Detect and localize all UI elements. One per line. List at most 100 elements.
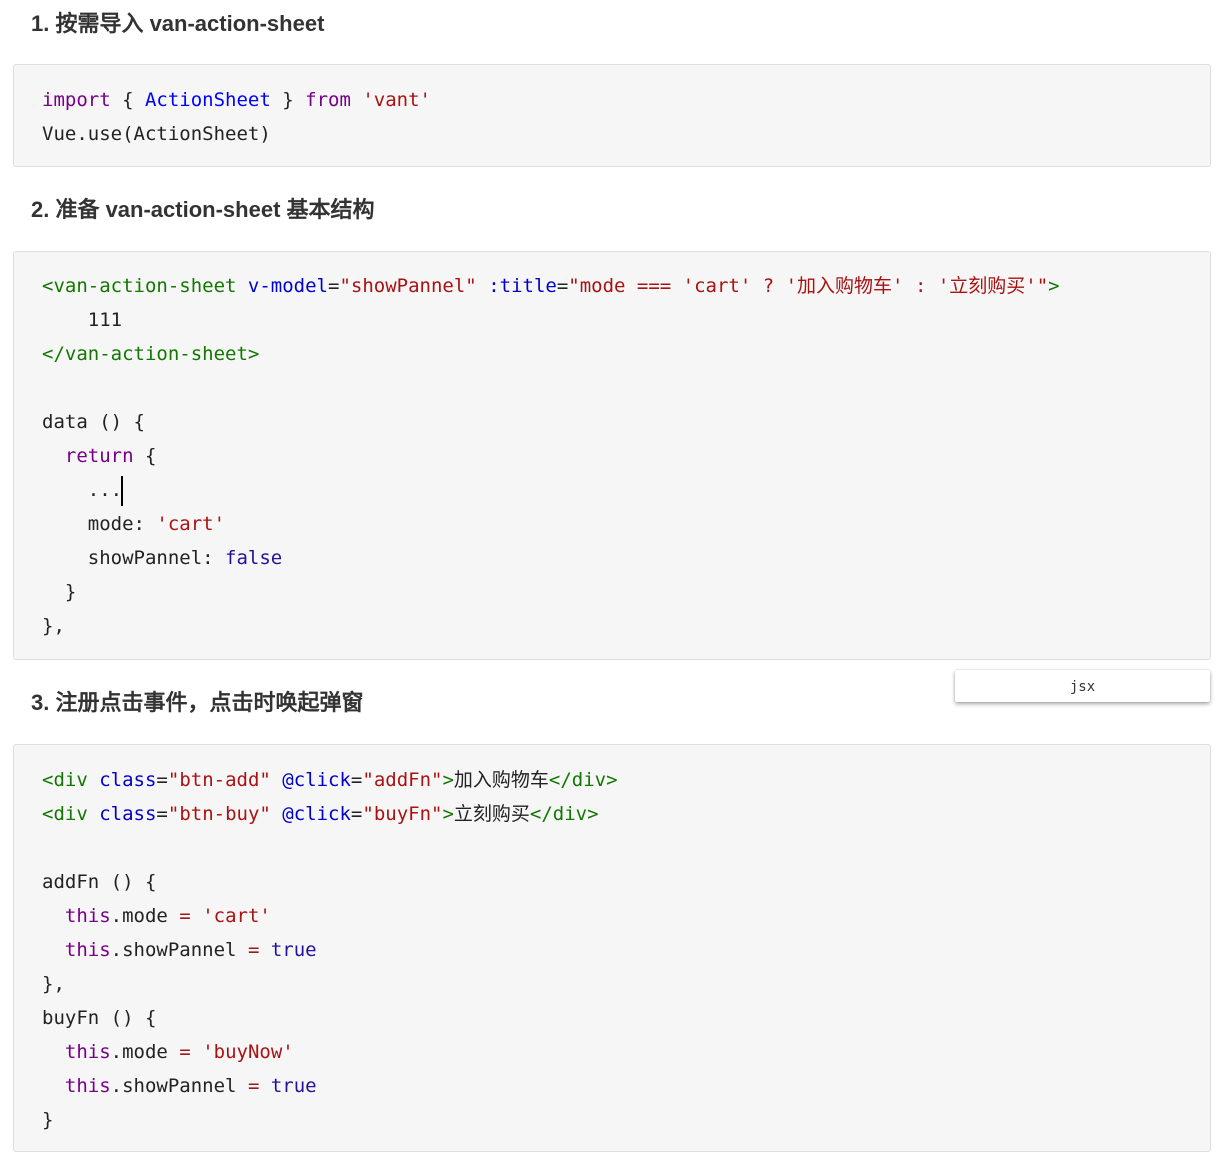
code-token: "mode === 'cart' ? '加入购物车' : '立刻购买'" xyxy=(568,275,1049,297)
code-token: = xyxy=(179,905,191,927)
code-token: }, xyxy=(42,973,65,995)
code-line: } xyxy=(42,1103,618,1137)
code-token: 立刻购买 xyxy=(453,803,530,825)
code-token: class xyxy=(99,803,157,825)
code-token: <div xyxy=(42,769,88,791)
code-line: return { xyxy=(42,439,1060,473)
code-line: ... xyxy=(42,473,1060,507)
code-token: = xyxy=(247,1075,260,1097)
step-2-heading: 2. 准备 van-action-sheet 基本结构 xyxy=(31,197,375,222)
code-token: v-model xyxy=(247,275,328,297)
code-token: } xyxy=(42,581,77,603)
code-token: > xyxy=(442,769,454,791)
code-line: <van-action-sheet v-model="showPannel" :… xyxy=(42,269,1060,303)
code-token: this xyxy=(64,939,111,961)
code-token: { xyxy=(133,445,157,467)
code-token: mode: xyxy=(42,513,157,535)
code-token: > xyxy=(1048,275,1060,297)
code-token: true xyxy=(270,939,317,961)
code-lines: import { ActionSheet } from 'vant' Vue.us… xyxy=(42,83,431,151)
code-token: = xyxy=(350,803,363,825)
code-token: this xyxy=(64,1041,111,1063)
step-3-heading: 3. 注册点击事件，点击时唤起弹窗 xyxy=(31,690,364,715)
code-token: @click xyxy=(282,803,351,825)
code-token: return xyxy=(64,445,134,467)
code-token: </van-action-sheet> xyxy=(42,343,260,365)
code-token: = xyxy=(247,939,260,961)
import-code-block[interactable]: import { ActionSheet } from 'vant' Vue.us… xyxy=(13,64,1211,167)
code-token: class xyxy=(99,769,157,791)
code-token: = xyxy=(156,769,168,791)
step-1-heading: 1. 按需导入 van-action-sheet xyxy=(31,11,325,36)
code-line: <div class="btn-buy" @click="buyFn">立刻购买… xyxy=(42,797,618,831)
code-line: addFn () { xyxy=(42,865,618,899)
code-token: from xyxy=(305,89,351,111)
code-line: buyFn () { xyxy=(42,1001,618,1035)
code-token: 'vant' xyxy=(362,89,431,111)
code-token: 加入购物车 xyxy=(453,769,549,791)
code-line: this.mode = 'buyNow' xyxy=(42,1035,618,1069)
code-token: Vue.use(ActionSheet) xyxy=(42,123,271,145)
code-token: = xyxy=(350,769,363,791)
code-line: this.showPannel = true xyxy=(42,1069,618,1103)
code-token: = xyxy=(556,275,569,297)
code-token: = xyxy=(328,275,340,297)
code-token: ActionSheet xyxy=(144,89,271,111)
code-token: { xyxy=(110,89,145,111)
code-token: .mode xyxy=(110,1041,180,1063)
code-token: addFn () { xyxy=(42,871,157,893)
code-token: this xyxy=(64,1075,111,1097)
code-line: data () { xyxy=(42,405,1060,439)
event-code-block[interactable]: <div class="btn-add" @click="addFn">加入购物… xyxy=(13,744,1211,1152)
code-token: ... xyxy=(42,479,123,501)
code-token: 'cart' xyxy=(202,905,271,927)
code-token: > xyxy=(442,803,454,825)
code-token: "btn-add" xyxy=(167,769,271,791)
code-token: "btn-buy" xyxy=(167,803,271,825)
code-token: <div xyxy=(42,803,88,825)
code-token: = xyxy=(156,803,168,825)
code-token: data () { xyxy=(42,411,145,433)
structure-code-block[interactable]: <van-action-sheet v-model="showPannel" :… xyxy=(13,251,1211,660)
code-token: this xyxy=(64,905,111,927)
code-token: false xyxy=(225,547,283,569)
code-token: import xyxy=(42,89,111,111)
code-line: mode: 'cart' xyxy=(42,507,1060,541)
text-cursor xyxy=(121,475,124,506)
code-line: <div class="btn-add" @click="addFn">加入购物… xyxy=(42,763,618,797)
code-line: Vue.use(ActionSheet) xyxy=(42,117,431,151)
code-line: } xyxy=(42,575,1060,609)
code-line: 111 xyxy=(42,303,1060,337)
code-token: buyFn () { xyxy=(42,1007,157,1029)
code-token: .mode xyxy=(110,905,180,927)
code-line: this.mode = 'cart' xyxy=(42,899,618,933)
code-token: true xyxy=(270,1075,317,1097)
code-token: "addFn" xyxy=(362,769,443,791)
code-token: 'cart' xyxy=(156,513,226,535)
code-lines: <div class="btn-add" @click="addFn">加入购物… xyxy=(42,763,618,1137)
code-token: <van-action-sheet xyxy=(42,275,237,297)
language-tooltip: jsx xyxy=(955,670,1210,702)
code-token: = xyxy=(179,1041,191,1063)
code-token: "showPannel" xyxy=(339,275,477,297)
code-token: 111 xyxy=(42,309,123,331)
code-token: showPannel: xyxy=(42,547,226,569)
code-token: .showPannel xyxy=(110,1075,248,1097)
code-line: }, xyxy=(42,609,1060,643)
code-token: </div> xyxy=(548,769,618,791)
